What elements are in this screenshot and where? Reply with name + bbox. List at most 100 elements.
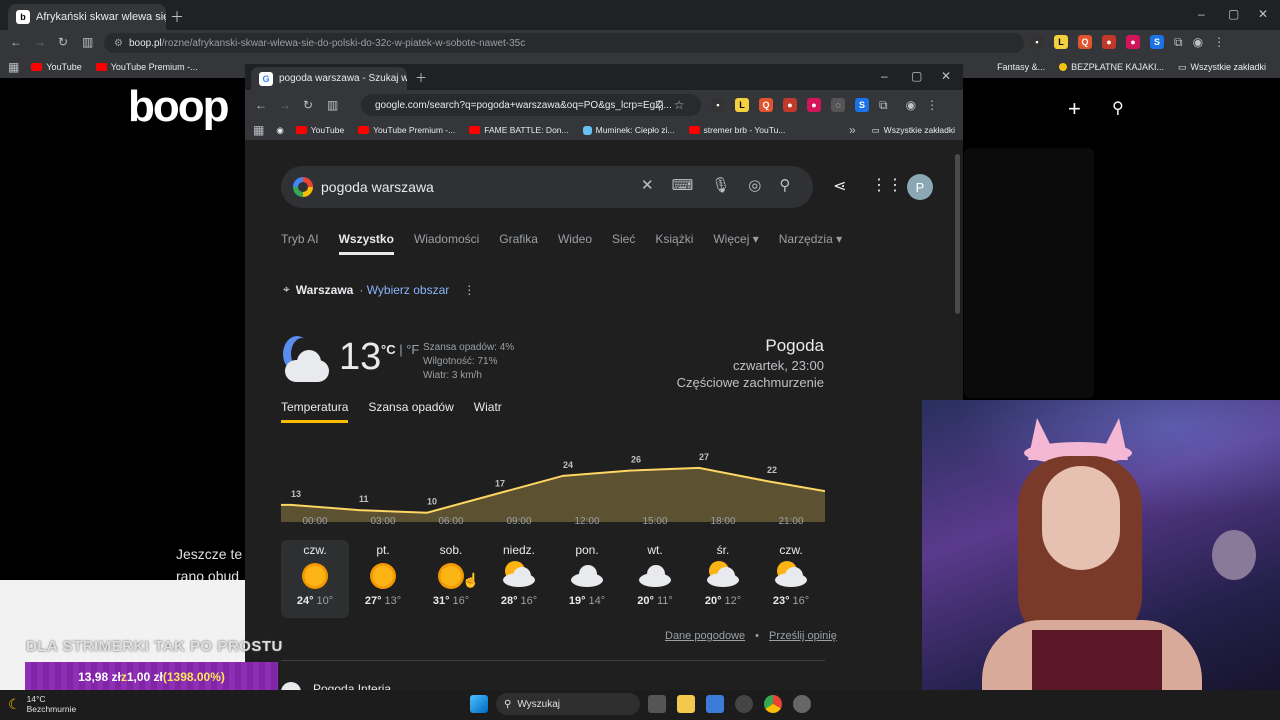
- site-info-icon[interactable]: ⚙: [114, 38, 123, 49]
- maximize-icon[interactable]: ▢: [911, 69, 922, 83]
- sidepanel-icon[interactable]: ▥: [327, 98, 338, 112]
- settings-gear-icon[interactable]: [793, 695, 811, 713]
- scrollbar[interactable]: [955, 154, 960, 314]
- windows-start-icon[interactable]: [470, 695, 488, 713]
- search-icon[interactable]: ⚲: [779, 176, 790, 194]
- front-tab[interactable]: G pogoda warszawa - Szukaj w Go ✕: [251, 67, 407, 90]
- back-tab[interactable]: b Afrykański skwar wlewa się do P ✕: [8, 4, 166, 30]
- bookmark-youtube-premium[interactable]: YouTube Premium -...: [358, 125, 455, 135]
- puzzle-icon[interactable]: ⧉: [879, 98, 888, 113]
- tab-news[interactable]: Wiadomości: [414, 232, 479, 255]
- bookmark-folder-all[interactable]: ▭ Wszystkie zakładki: [1178, 62, 1266, 73]
- bookmark-fantasy[interactable]: Fantasy &...: [997, 62, 1045, 73]
- tab-more[interactable]: Więcej ▾: [713, 232, 758, 255]
- unit-toggle[interactable]: °C | °F: [381, 342, 419, 357]
- back-address-bar[interactable]: ⚙ boop.pl/rozne/afrykanski-skwar-wlewa-s…: [104, 33, 1024, 53]
- more-options-icon[interactable]: ⋮: [463, 283, 475, 297]
- reload-icon[interactable]: ↻: [58, 35, 68, 49]
- forecast-day[interactable]: pt. 27° 13°: [349, 540, 417, 618]
- task-view-icon[interactable]: [648, 695, 666, 713]
- close-window-icon[interactable]: ✕: [1258, 7, 1268, 21]
- close-window-icon[interactable]: ✕: [941, 69, 951, 83]
- apps-grid-icon[interactable]: ⋮⋮: [871, 175, 903, 195]
- bookmark-muminek[interactable]: Muminek: Ciepło zi...: [582, 125, 675, 135]
- avatar[interactable]: P: [907, 174, 933, 200]
- apps-icon[interactable]: ▦: [8, 60, 19, 74]
- bookmark-folder-all[interactable]: ▭ Wszystkie zakładki: [872, 125, 955, 136]
- file-explorer-icon[interactable]: [677, 695, 695, 713]
- menu-icon[interactable]: ⋮: [1213, 35, 1225, 50]
- star-icon[interactable]: ☆: [674, 98, 685, 112]
- search-icon[interactable]: ⚲: [1112, 98, 1124, 118]
- zoom-icon[interactable]: ⚲: [655, 98, 664, 112]
- bookmark-youtube-premium[interactable]: YouTube Premium -...: [95, 62, 198, 72]
- extension-icon[interactable]: S: [855, 98, 869, 112]
- forward-arrow-icon[interactable]: →: [279, 98, 291, 112]
- extension-icon[interactable]: ▪: [1030, 35, 1044, 49]
- back-arrow-icon[interactable]: ←: [255, 98, 267, 112]
- extension-icon[interactable]: Q: [1078, 35, 1092, 49]
- bookmark-youtube[interactable]: YouTube: [31, 62, 82, 72]
- minimize-icon[interactable]: –: [1198, 7, 1205, 21]
- extension-icon[interactable]: ●: [1126, 35, 1140, 49]
- maximize-icon[interactable]: ▢: [1228, 7, 1239, 21]
- back-arrow-icon[interactable]: ←: [10, 35, 22, 49]
- forecast-day[interactable]: czw. 24° 10°: [281, 540, 349, 618]
- front-address-bar[interactable]: google.com/search?q=pogoda+warszawa&oq=P…: [361, 94, 701, 116]
- tab-precipitation[interactable]: Szansa opadów: [368, 400, 453, 423]
- extension-icon[interactable]: L: [735, 98, 749, 112]
- keyboard-icon[interactable]: ⌨: [672, 176, 694, 194]
- taskbar-search[interactable]: ⚲ Wyszukaj: [496, 693, 640, 715]
- obs-icon[interactable]: [735, 695, 753, 713]
- forecast-day[interactable]: wt. 20° 11°: [621, 540, 689, 618]
- tab-web[interactable]: Sieć: [612, 232, 635, 255]
- forecast-day[interactable]: pon. 19° 14°: [553, 540, 621, 618]
- minimize-icon[interactable]: –: [881, 69, 888, 83]
- share-icon[interactable]: ⋖: [833, 176, 846, 196]
- extension-icon[interactable]: L: [1054, 35, 1068, 49]
- tab-images[interactable]: Grafika: [499, 232, 538, 255]
- extension-icon[interactable]: ◌: [831, 98, 845, 112]
- sidepanel-icon[interactable]: ▥: [82, 35, 93, 49]
- extension-icon[interactable]: ▪: [711, 98, 725, 112]
- taskbar-weather[interactable]: ☾ 14°C Bezchmurnie: [8, 694, 76, 714]
- forward-arrow-icon[interactable]: →: [34, 35, 46, 49]
- lens-icon[interactable]: ◎: [748, 176, 761, 194]
- microphone-icon[interactable]: 🎙: [711, 176, 730, 194]
- search-query[interactable]: pogoda warszawa: [321, 179, 434, 195]
- menu-icon[interactable]: ⋮: [926, 98, 938, 113]
- extension-icon[interactable]: S: [1150, 35, 1164, 49]
- clear-icon[interactable]: ✕: [641, 176, 654, 194]
- bookmark-kajaki[interactable]: BEZPŁATNE KAJAKI...: [1059, 62, 1164, 73]
- tab-tools[interactable]: Narzędzia ▾: [779, 232, 842, 255]
- tab-wind[interactable]: Wiatr: [474, 400, 502, 423]
- new-tab-icon[interactable]: ＋: [170, 7, 184, 27]
- forecast-day[interactable]: niedz. 28° 16°: [485, 540, 553, 618]
- forecast-day[interactable]: śr. 20° 12°: [689, 540, 757, 618]
- unit-celsius[interactable]: °C: [381, 342, 396, 357]
- tab-all[interactable]: Wszystko: [338, 232, 394, 255]
- tab-temperature[interactable]: Temperatura: [281, 400, 349, 423]
- tab-videos[interactable]: Wideo: [558, 232, 592, 255]
- reload-icon[interactable]: ↻: [303, 98, 313, 112]
- profile-icon[interactable]: ◉: [906, 98, 916, 113]
- chrome-icon[interactable]: [764, 695, 782, 713]
- apps-icon[interactable]: ▦: [253, 123, 264, 137]
- bookmark-youtube[interactable]: YouTube: [295, 125, 344, 135]
- extension-icon[interactable]: Q: [759, 98, 773, 112]
- unit-fahrenheit[interactable]: °F: [406, 342, 419, 357]
- choose-area-link[interactable]: · Wybierz obszar: [359, 283, 449, 297]
- tab-ai-mode[interactable]: Tryb AI: [281, 232, 319, 255]
- extension-icon[interactable]: ●: [1102, 35, 1116, 49]
- plus-icon[interactable]: +: [1068, 96, 1081, 122]
- tab-books[interactable]: Książki: [655, 232, 693, 255]
- puzzle-icon[interactable]: ⧉: [1174, 35, 1183, 50]
- boop-logo[interactable]: boop: [128, 82, 230, 132]
- feedback-link[interactable]: Prześlij opinię: [769, 630, 837, 642]
- extension-icon[interactable]: ●: [807, 98, 821, 112]
- chrome-icon[interactable]: ◉: [276, 125, 283, 136]
- bookmark-fame-battle[interactable]: FAME BATTLE: Don...: [469, 125, 569, 135]
- forecast-day[interactable]: czw. 23° 16°: [757, 540, 825, 618]
- profile-icon[interactable]: ◉: [1193, 35, 1203, 50]
- weather-data-link[interactable]: Dane pogodowe: [665, 630, 745, 642]
